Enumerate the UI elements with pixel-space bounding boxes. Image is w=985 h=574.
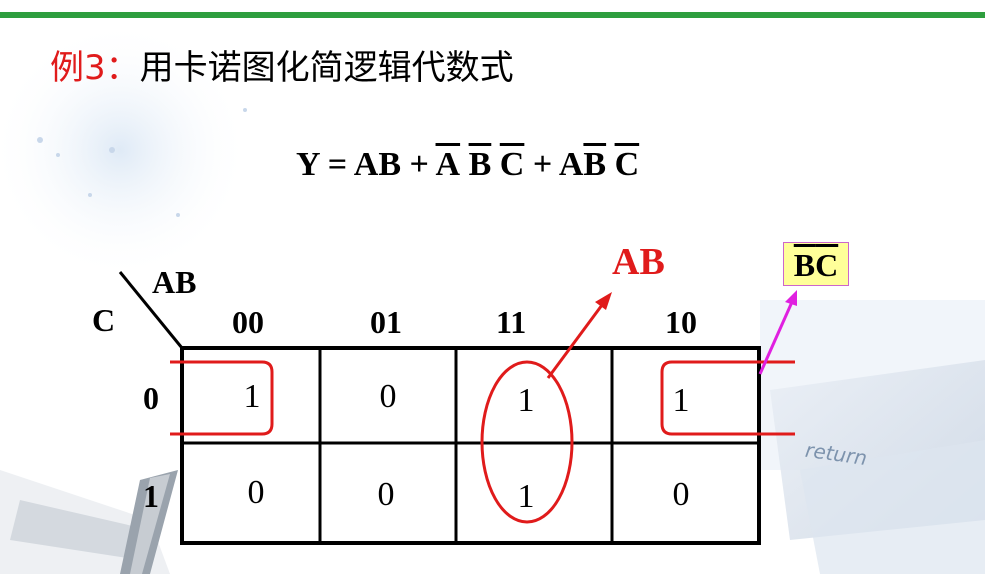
group-ellipse-ab: [480, 360, 574, 524]
arrowhead-icon: [785, 290, 797, 306]
group-loop-right: [660, 360, 795, 436]
group-label-c-bar: C: [815, 247, 839, 283]
group-label-bc: BC: [783, 242, 849, 286]
group-loop-left: [170, 360, 274, 436]
grouping-annotations: [170, 290, 797, 524]
arrow-to-ab-label: [546, 304, 604, 379]
group-label-ab: AB: [612, 241, 665, 283]
arrowhead-icon: [595, 292, 612, 310]
group-label-b-bar: B: [793, 247, 816, 283]
